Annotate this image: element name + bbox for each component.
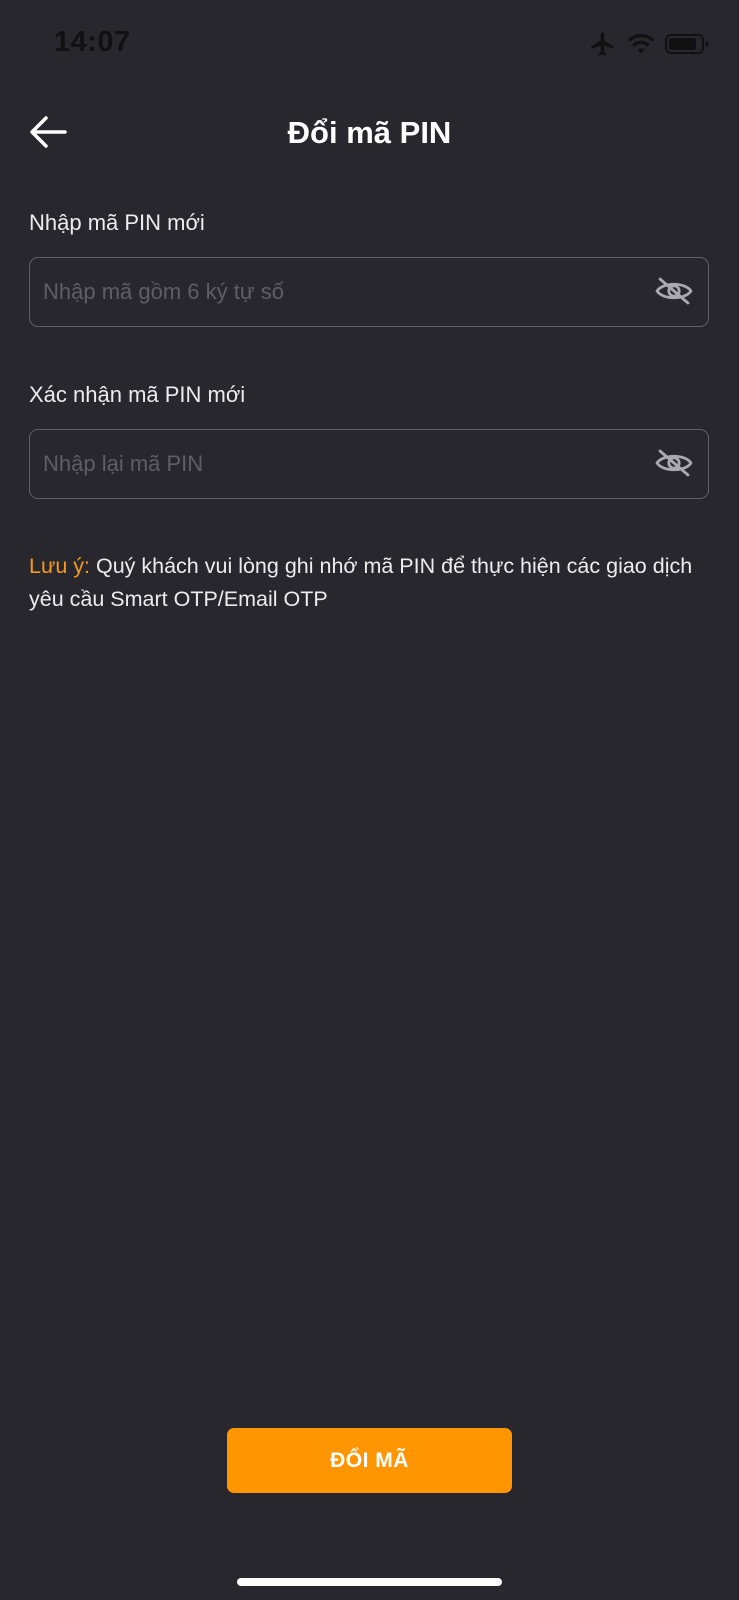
airplane-icon <box>589 30 617 58</box>
confirm-pin-visibility-toggle[interactable] <box>654 447 694 483</box>
back-button[interactable] <box>20 106 76 162</box>
status-icons <box>589 30 709 58</box>
header: Đổi mã PIN <box>0 100 739 166</box>
home-indicator <box>237 1578 502 1586</box>
page-title: Đổi mã PIN <box>287 115 452 150</box>
new-pin-label: Nhập mã PIN mới <box>29 210 205 235</box>
new-pin-visibility-toggle[interactable] <box>654 275 694 311</box>
new-pin-field <box>29 257 709 327</box>
status-bar: 14:07 <box>0 0 739 90</box>
change-pin-button[interactable]: ĐỔI MÃ <box>227 1428 512 1493</box>
confirm-pin-input[interactable] <box>43 430 643 498</box>
wifi-icon <box>627 33 655 55</box>
new-pin-input[interactable] <box>43 258 643 326</box>
eye-off-icon <box>654 447 694 484</box>
confirm-pin-field <box>29 429 709 499</box>
pin-note: Lưu ý: Quý khách vui lòng ghi nhớ mã PIN… <box>29 550 714 616</box>
status-time: 14:07 <box>54 26 131 58</box>
confirm-pin-label: Xác nhận mã PIN mới <box>29 382 246 407</box>
arrow-left-icon <box>28 114 68 155</box>
note-prefix: Lưu ý: <box>29 554 91 578</box>
note-text: Quý khách vui lòng ghi nhớ mã PIN để thự… <box>29 554 693 611</box>
battery-icon <box>665 33 709 55</box>
eye-off-icon <box>654 275 694 312</box>
